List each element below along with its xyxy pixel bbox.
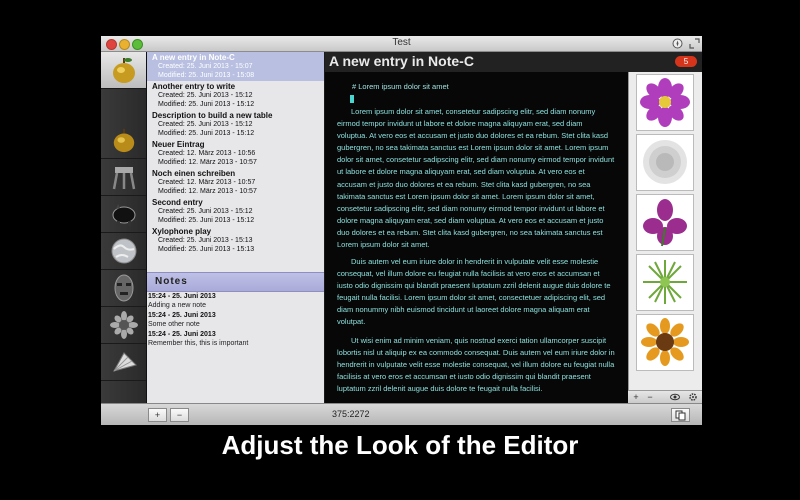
add-image-button[interactable]: + — [631, 392, 641, 402]
entry-modified: Modified: 25. Juni 2013 - 15:12 — [158, 129, 255, 137]
title-bar: Test — [101, 36, 702, 52]
entry-modified: Modified: 12. März 2013 - 10:57 — [158, 187, 257, 195]
globe-icon — [111, 238, 136, 264]
image-thumbnail[interactable] — [636, 194, 694, 251]
entry-modified: Modified: 25. Juni 2013 - 15:13 — [158, 245, 255, 253]
apple-icon — [113, 128, 134, 153]
entry-title: Noch einen schreiben — [152, 169, 236, 178]
entry-created: Created: 25. Juni 2013 - 15:12 — [158, 92, 253, 99]
sidebar-item-piggy-bank[interactable] — [101, 196, 146, 233]
app-window: Test A new entry in Note-C Created: 25. … — [101, 36, 702, 425]
entry-title: Another entry to write — [152, 82, 236, 91]
entry-title: Xylophone play — [152, 227, 212, 236]
list-item[interactable]: Description to build a new table Created… — [147, 110, 324, 139]
image-thumbnail[interactable] — [636, 314, 694, 371]
entry-heading: A new entry in Note-C — [329, 53, 474, 69]
list-item[interactable]: Neuer Eintrag Created: 12. März 2013 - 1… — [147, 139, 324, 168]
sunflower-icon — [641, 318, 689, 366]
entry-title: Second entry — [152, 198, 203, 207]
notes-header: Notes — [147, 272, 324, 292]
entry-title: Neuer Eintrag — [152, 140, 205, 149]
promo-caption: Adjust the Look of the Editor — [221, 430, 579, 460]
sidebar-item-apple[interactable] — [101, 52, 146, 89]
remove-entry-button[interactable]: − — [170, 408, 189, 422]
white-flower-icon — [643, 140, 687, 184]
status-bar: + − 375:2272 — [101, 403, 702, 425]
note-text: Some other note — [148, 321, 200, 328]
text-editor[interactable]: # Lorem ipsum dolor sit amet Lorem ipsum… — [325, 72, 628, 403]
fullscreen-icon[interactable] — [689, 38, 700, 49]
entry-modified: Modified: 12. März 2013 - 10:57 — [158, 158, 257, 166]
entry-list: A new entry in Note-C Created: 25. Juni … — [147, 52, 324, 403]
tribal-mask-icon — [114, 274, 133, 302]
entry-created: Created: 25. Juni 2013 - 15:13 — [158, 237, 253, 244]
piggy-bank-icon — [112, 204, 135, 226]
sidebar-item-mask[interactable] — [101, 270, 146, 307]
note-text: Remember this, this is important — [148, 340, 249, 347]
note-text: Adding a new note — [148, 302, 206, 309]
copy-button[interactable] — [671, 408, 690, 422]
image-toolbar: + − — [628, 390, 702, 404]
entry-title: A new entry in Note-C — [152, 53, 235, 62]
eye-icon[interactable] — [670, 392, 680, 402]
gear-icon[interactable] — [688, 392, 698, 402]
image-thumbnail[interactable] — [636, 74, 694, 131]
sidebar-item-globe[interactable] — [101, 233, 146, 270]
cursor-position: 375:2272 — [332, 409, 370, 419]
entry-created: Created: 12. März 2013 - 10:57 — [158, 179, 256, 186]
editor-paragraph: Ut wisi enim ad minim veniam, quis nostr… — [337, 336, 615, 394]
window-title: Test — [392, 37, 411, 48]
fan-icon — [112, 352, 137, 372]
apple-icon — [112, 58, 135, 83]
copy-icon — [675, 410, 686, 421]
entry-modified: Modified: 25. Juni 2013 - 15:12 — [158, 216, 255, 224]
list-item[interactable]: Xylophone play Created: 25. Juni 2013 - … — [147, 226, 324, 255]
entry-created: Created: 25. Juni 2013 - 15:07 — [158, 63, 253, 70]
note-date: 15:24 - 25. Juni 2013 — [148, 293, 216, 300]
category-sidebar — [101, 52, 147, 403]
purple-flower-icon — [640, 78, 690, 127]
sidebar-item-sunflower[interactable] — [101, 307, 146, 344]
entry-created: Created: 25. Juni 2013 - 15:12 — [158, 121, 253, 128]
sidebar-item-apple-2[interactable] — [101, 122, 146, 159]
notes-header-label: Notes — [155, 276, 188, 287]
image-thumbnail[interactable] — [636, 254, 694, 311]
sunflower-icon — [109, 311, 138, 339]
count-badge[interactable]: 5 — [675, 56, 697, 67]
list-item[interactable]: Second entry Created: 25. Juni 2013 - 15… — [147, 197, 324, 226]
entry-modified: Modified: 25. Juni 2013 - 15:08 — [158, 71, 255, 79]
note-date: 15:24 - 25. Juni 2013 — [148, 331, 216, 338]
add-entry-button[interactable]: + — [148, 408, 167, 422]
image-thumbnail[interactable] — [636, 134, 694, 191]
compass-icon[interactable] — [672, 38, 683, 49]
image-strip — [628, 72, 702, 403]
sidebar-item-fan[interactable] — [101, 344, 146, 381]
stool-icon — [112, 167, 135, 190]
note-date: 15:24 - 25. Juni 2013 — [148, 312, 216, 319]
markdown-heading: # Lorem ipsum dolor sit amet — [352, 82, 449, 91]
text-cursor — [350, 95, 354, 103]
entry-created: Created: 25. Juni 2013 - 15:12 — [158, 208, 253, 215]
magenta-flower-icon — [643, 199, 687, 247]
list-item[interactable]: A new entry in Note-C Created: 25. Juni … — [147, 52, 324, 81]
editor-paragraph: Lorem ipsum dolor sit amet, consetetur s… — [337, 107, 615, 250]
remove-image-button[interactable]: − — [645, 392, 655, 402]
entry-title: Description to build a new table — [152, 111, 273, 120]
editor-header: A new entry in Note-C 5 — [325, 52, 702, 72]
entry-modified: Modified: 25. Juni 2013 - 15:12 — [158, 100, 255, 108]
green-flower-icon — [643, 260, 687, 304]
sidebar-item-stool[interactable] — [101, 159, 146, 196]
editor-paragraph: Duis autem vel eum iriure dolor in hendr… — [337, 257, 611, 327]
entry-created: Created: 12. März 2013 - 10:56 — [158, 150, 256, 157]
list-item[interactable]: Noch einen schreiben Created: 12. März 2… — [147, 168, 324, 197]
list-item[interactable]: Another entry to write Created: 25. Juni… — [147, 81, 324, 110]
